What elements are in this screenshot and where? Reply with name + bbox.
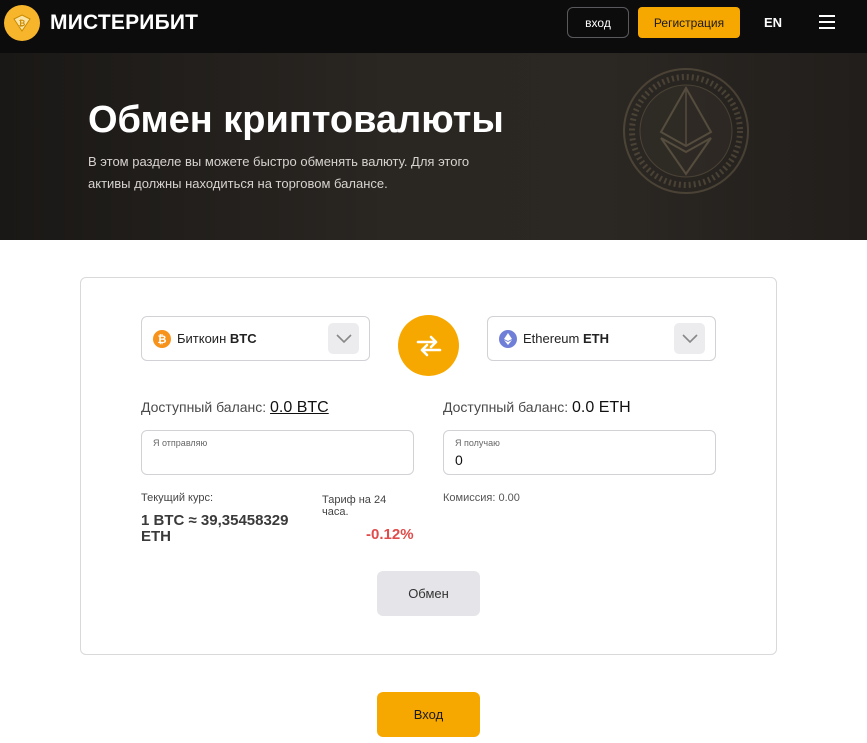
logo-icon[interactable]: ₿ bbox=[4, 5, 40, 41]
swap-arrows-icon bbox=[416, 335, 441, 356]
chevron-down-icon[interactable] bbox=[674, 323, 705, 354]
from-currency-select[interactable]: ₿ Биткоин BTC bbox=[141, 316, 370, 361]
send-amount-label: Я отправляю bbox=[153, 438, 208, 448]
top-navbar: ₿ МИСТЕРИБИТ вход Регистрация EN bbox=[0, 0, 867, 53]
login-button[interactable]: вход bbox=[567, 7, 629, 38]
bottom-login-button[interactable]: Вход bbox=[377, 692, 480, 737]
from-balance: Доступный баланс: 0.0 BTC bbox=[141, 399, 329, 416]
tariff-label: Тариф на 24 часа. bbox=[322, 494, 387, 518]
swap-currencies-button[interactable] bbox=[398, 315, 459, 376]
from-currency-label: Биткоин BTC bbox=[177, 331, 257, 346]
bitcoin-icon: ₿ bbox=[153, 330, 171, 348]
to-currency-select[interactable]: Ethereum ETH bbox=[487, 316, 716, 361]
ethereum-coin-decoration-icon bbox=[623, 68, 749, 194]
page-title: Обмен криптовалюты bbox=[88, 99, 504, 141]
exchange-button[interactable]: Обмен bbox=[377, 571, 480, 616]
svg-text:₿: ₿ bbox=[19, 19, 26, 28]
to-currency-label: Ethereum ETH bbox=[523, 331, 609, 346]
send-amount-field[interactable]: Я отправляю bbox=[141, 430, 414, 475]
send-amount-input[interactable] bbox=[153, 452, 393, 468]
receive-amount-input[interactable] bbox=[455, 452, 695, 468]
language-switch[interactable]: EN bbox=[764, 15, 782, 30]
rate-value: 1 BTC ≈ 39,35458329 ETH bbox=[141, 512, 289, 545]
chevron-down-icon[interactable] bbox=[328, 323, 359, 354]
page-subtitle: В этом разделе вы можете быстро обменять… bbox=[88, 154, 470, 191]
rate-label: Текущий курс: bbox=[141, 492, 214, 504]
from-balance-value[interactable]: 0.0 BTC bbox=[270, 399, 329, 416]
receive-amount-label: Я получаю bbox=[455, 438, 500, 448]
hamburger-menu-icon[interactable] bbox=[819, 15, 835, 29]
commission-text: Комиссия: 0.00 bbox=[443, 492, 520, 504]
logo-text[interactable]: МИСТЕРИБИТ bbox=[50, 11, 198, 35]
tariff-value: -0.12% bbox=[366, 526, 414, 543]
register-button[interactable]: Регистрация bbox=[638, 7, 740, 38]
to-balance: Доступный баланс: 0.0 ETH bbox=[443, 399, 631, 416]
to-balance-value: 0.0 ETH bbox=[572, 399, 631, 416]
hero-banner: Обмен криптовалюты В этом разделе вы мож… bbox=[0, 53, 867, 240]
receive-amount-field[interactable]: Я получаю bbox=[443, 430, 716, 475]
ethereum-icon bbox=[499, 330, 517, 348]
